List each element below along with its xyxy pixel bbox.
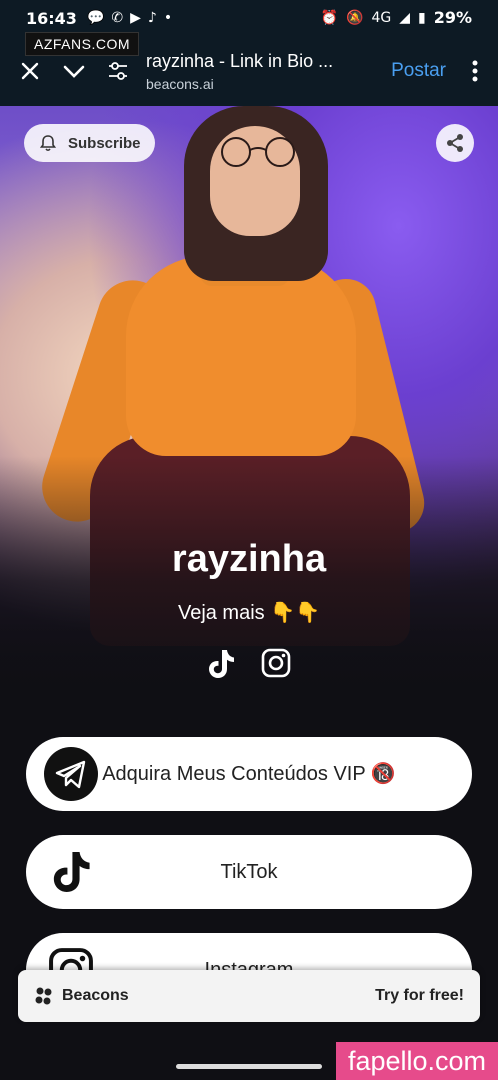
share-icon — [445, 133, 465, 153]
whatsapp-icon: ✆ — [111, 10, 124, 26]
link-button-tiktok[interactable]: TikTok — [26, 835, 472, 909]
telegram-icon — [44, 747, 98, 801]
dot-icon: • — [163, 10, 173, 26]
watermark-azfans: AZFANS.COM — [25, 32, 140, 56]
status-right: ⏰ 🔕 4G ◢ ▮ 29% — [321, 8, 472, 27]
home-gesture-handle[interactable] — [176, 1064, 322, 1069]
network-type: 4G — [371, 9, 392, 26]
subscribe-label: Subscribe — [68, 134, 141, 152]
subscribe-button[interactable]: Subscribe — [24, 124, 155, 162]
try-for-free-link[interactable]: Try for free! — [375, 987, 464, 1005]
mute-icon: 🔕 — [346, 9, 364, 26]
post-button[interactable]: Postar — [391, 60, 446, 82]
alarm-icon: ⏰ — [320, 9, 338, 26]
tiktok-icon[interactable] — [207, 648, 235, 680]
profile-tagline: Veja mais 👇👇 — [177, 602, 321, 624]
more-options-icon[interactable] — [460, 60, 490, 82]
tiktok-icon — [44, 845, 98, 899]
profile-name: rayzinha — [171, 538, 327, 580]
chevron-down-icon[interactable] — [52, 63, 96, 79]
status-bar: 16:43 💬 ✆ ▶ ♪ • ⏰ 🔕 4G ◢ ▮ 29% — [0, 0, 498, 36]
page-settings-icon[interactable] — [96, 61, 140, 81]
youtube-icon: ▶ — [130, 10, 141, 26]
page-url: beacons.ai — [146, 75, 214, 92]
battery-percent: 29% — [433, 8, 472, 27]
bell-icon — [40, 134, 56, 152]
message-bubble-icon: 💬 — [86, 10, 105, 26]
beacons-logo-icon — [34, 986, 54, 1006]
signal-icon: ◢ — [399, 9, 410, 26]
notification-icons: 💬 ✆ ▶ ♪ • — [87, 10, 172, 26]
close-icon[interactable] — [8, 61, 52, 81]
status-time: 16:43 — [26, 8, 77, 28]
link-button-telegram[interactable]: Adquira Meus Conteúdos VIP 🔞 — [26, 737, 472, 811]
share-button[interactable] — [436, 124, 474, 162]
tiktok-notification-icon: ♪ — [147, 10, 157, 26]
page-title: rayzinha - Link in Bio ... — [146, 50, 334, 71]
beacons-footer[interactable]: Beacons Try for free! — [18, 970, 480, 1022]
social-icons-row — [0, 648, 498, 680]
instagram-icon[interactable] — [261, 648, 291, 680]
battery-icon: ▮ — [417, 9, 426, 26]
browser-title-block[interactable]: rayzinha - Link in Bio ... beacons.ai — [146, 51, 391, 92]
beacons-brand: Beacons — [62, 987, 129, 1004]
watermark-fapello: fapello.com — [336, 1042, 498, 1080]
